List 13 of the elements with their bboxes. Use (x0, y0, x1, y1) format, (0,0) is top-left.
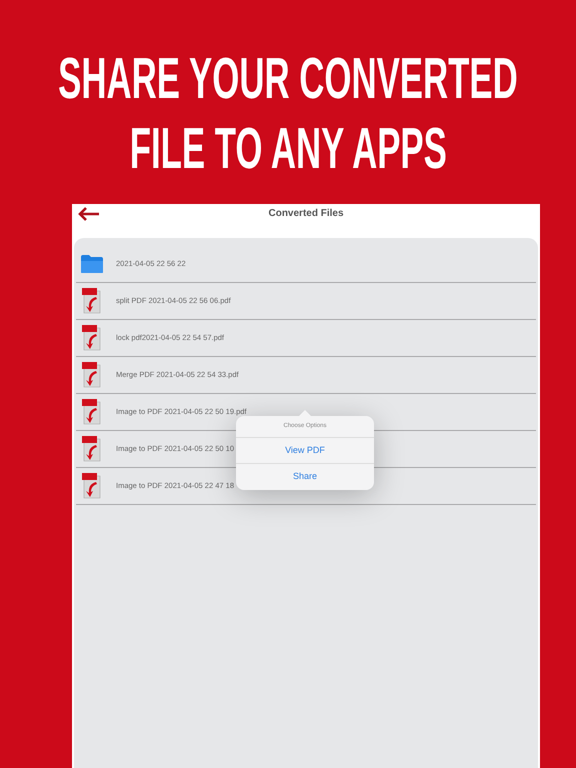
pdf-file-icon (81, 435, 103, 463)
pdf-file-icon (81, 472, 103, 500)
screen-title: Converted Files (268, 207, 344, 221)
pdf-file-icon (81, 361, 103, 389)
pdf-file-icon (81, 287, 103, 315)
pdf-file-icon (81, 398, 103, 426)
pdf-file-icon (81, 324, 103, 352)
option-button[interactable]: View PDF (236, 438, 374, 464)
headline: SHARE YOUR CONVERTED (58, 45, 518, 113)
option-button[interactable]: Share (236, 464, 374, 490)
folder-icon (80, 254, 104, 274)
headline: FILE TO ANY APPS (129, 115, 447, 183)
back-arrow-icon[interactable] (78, 207, 100, 221)
